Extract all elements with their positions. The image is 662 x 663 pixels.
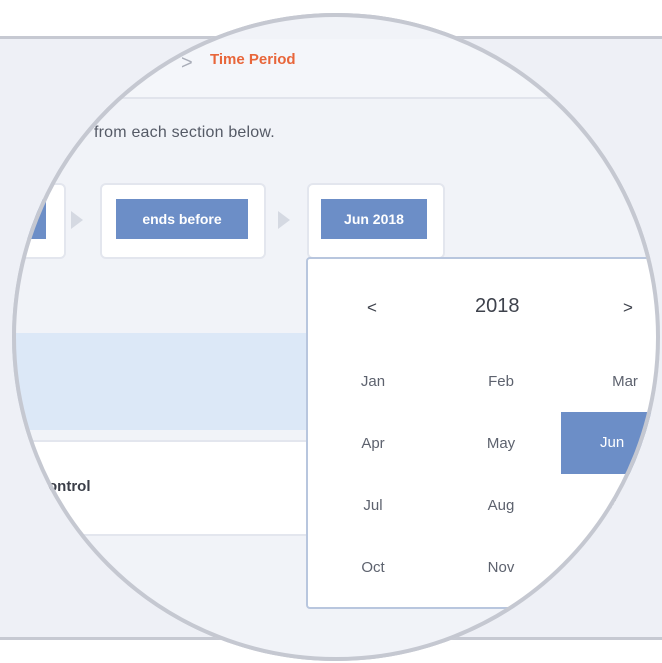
month-nov[interactable]: Nov [461,559,541,576]
magnifier-lens: > Time Period from each section below. e… [12,13,660,661]
month-aug[interactable]: Aug [461,497,541,514]
table-row-label: ontrol [48,478,91,495]
month-oct[interactable]: Oct [333,559,413,576]
month-jun[interactable]: Jun [600,434,624,451]
month-mar[interactable]: Mar [585,373,660,390]
breadcrumb-chevron-icon: > [181,52,193,74]
month-apr[interactable]: Apr [333,435,413,452]
screenshot-frame: > Time Period from each section below. e… [0,0,662,663]
next-year-button[interactable]: > [623,298,633,318]
arrow-right-icon [71,211,83,229]
condition-chip[interactable]: ends before [116,199,248,239]
arrow-right-icon [278,211,290,229]
instruction-text: from each section below. [94,124,275,141]
magnified-content: > Time Period from each section below. e… [12,13,660,661]
month-jan[interactable]: Jan [333,373,413,390]
calendar-year: 2018 [475,295,520,317]
month-feb[interactable]: Feb [461,373,541,390]
breadcrumb-current[interactable]: Time Period [210,51,296,68]
month-jul[interactable]: Jul [333,497,413,514]
prev-year-button[interactable]: < [367,298,377,318]
breadcrumb [12,39,660,99]
date-chip[interactable]: Jun 2018 [321,199,427,239]
month-may[interactable]: May [461,435,541,452]
month-sep[interactable]: S [575,497,655,514]
filter-chip-first[interactable] [12,199,46,239]
